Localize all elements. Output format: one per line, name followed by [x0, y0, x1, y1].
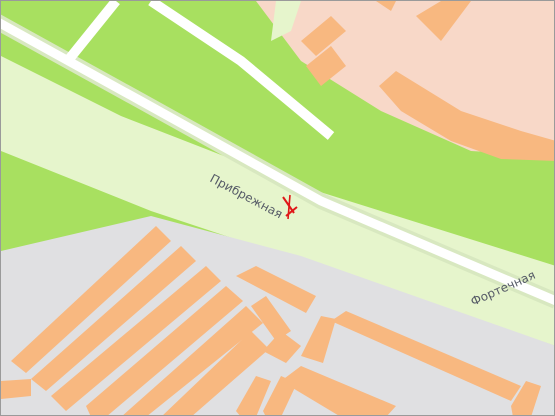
building	[1, 379, 31, 399]
map-view[interactable]: Прибрежная Фортечная	[0, 0, 555, 416]
map-canvas[interactable]: Прибрежная Фортечная	[1, 1, 555, 416]
